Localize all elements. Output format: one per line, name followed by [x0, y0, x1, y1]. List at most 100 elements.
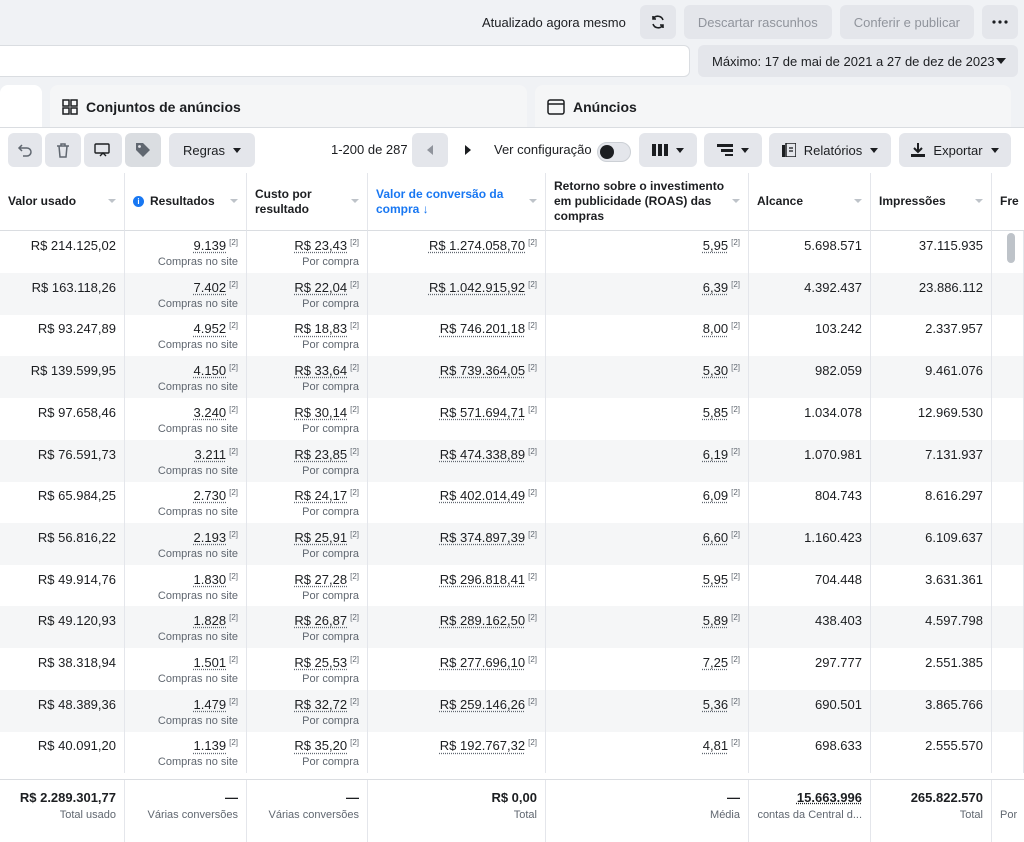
cell-value-text[interactable]: 6,39 — [703, 280, 728, 295]
export-button[interactable]: Exportar — [899, 133, 1011, 167]
col-header-impressions[interactable]: Impressões — [871, 173, 992, 231]
view-config-toggle[interactable] — [597, 142, 631, 162]
cell-value-text[interactable]: 5,85 — [703, 405, 728, 420]
cell-value-text[interactable]: 1.501 — [194, 655, 227, 670]
cell-value-text[interactable]: 1.479 — [194, 697, 227, 712]
cell-value-text[interactable]: 4.952 — [194, 321, 227, 336]
breakdown-button[interactable] — [704, 133, 762, 167]
table-row[interactable]: R$ 49.120,93 1.828 [2] Compras no site R$ 26… — [0, 606, 1024, 649]
cell-value[interactable]: 3.240 [2] — [125, 405, 238, 420]
table-row[interactable]: R$ 48.389,36 1.479 [2] Compras no site R$ 32… — [0, 689, 1024, 732]
cell-value-text[interactable]: 4.150 — [194, 363, 227, 378]
cell-value-text[interactable]: 4,81 — [703, 738, 728, 753]
cell-value-text[interactable]: R$ 289.162,50 — [440, 613, 525, 628]
rules-dropdown[interactable]: Regras — [169, 133, 255, 167]
cell-value[interactable]: 5,85 [2] — [546, 405, 740, 420]
discard-drafts-button[interactable]: Descartar rascunhos — [683, 5, 832, 39]
cell-value-text[interactable]: R$ 24,17 — [294, 488, 347, 503]
cell-value[interactable]: 3.211 [2] — [125, 447, 238, 462]
cell-value[interactable]: 9.139 [2] — [125, 238, 238, 253]
cell-value-text[interactable]: 5,95 — [703, 238, 728, 253]
cell-value[interactable]: R$ 18,83 [2] — [247, 321, 359, 336]
cell-value[interactable]: 5,95 [2] — [546, 238, 740, 253]
cell-value-text[interactable]: R$ 30,14 — [294, 405, 347, 420]
cell-value[interactable]: 5,89 [2] — [546, 613, 740, 628]
reports-button[interactable]: Relatórios — [769, 133, 891, 167]
cell-value[interactable]: 2.730 [2] — [125, 488, 238, 503]
cell-value[interactable]: R$ 374.897,39 [2] — [368, 530, 537, 545]
vertical-scrollbar[interactable] — [1007, 233, 1015, 263]
cell-value[interactable]: R$ 192.767,32 [2] — [368, 738, 537, 753]
cell-value[interactable]: 5,95 [2] — [546, 572, 740, 587]
cell-value[interactable]: 8,00 [2] — [546, 321, 740, 336]
cell-value[interactable]: 1.830 [2] — [125, 572, 238, 587]
cell-value[interactable]: R$ 259.146,26 [2] — [368, 697, 537, 712]
cell-value-text[interactable]: R$ 192.767,32 — [440, 738, 525, 753]
cell-value-text[interactable]: 2.193 — [194, 530, 227, 545]
cell-value-text[interactable]: R$ 23,43 — [294, 238, 347, 253]
tab-ads[interactable]: Anúncios — [535, 85, 1011, 129]
cell-value-text[interactable]: 1.139 — [194, 738, 227, 753]
cell-value[interactable]: 4.150 [2] — [125, 363, 238, 378]
cell-value-text[interactable]: R$ 474.338,89 — [440, 447, 525, 462]
cell-value-text[interactable]: 1.830 — [194, 572, 227, 587]
cell-value-text[interactable]: R$ 259.146,26 — [440, 697, 525, 712]
cell-value-text[interactable]: R$ 25,53 — [294, 655, 347, 670]
table-row[interactable]: R$ 139.599,95 4.150 [2] Compras no site R$ 3… — [0, 356, 1024, 399]
cell-value[interactable]: R$ 35,20 [2] — [247, 738, 359, 753]
table-row[interactable]: R$ 38.318,94 1.501 [2] Compras no site R$ 25… — [0, 648, 1024, 690]
cell-value-text[interactable]: 3.240 — [194, 405, 227, 420]
cell-value-text[interactable]: R$ 35,20 — [294, 738, 347, 753]
info-icon[interactable]: i — [133, 196, 144, 207]
cell-value-text[interactable]: R$ 746.201,18 — [440, 321, 525, 336]
cell-value-text[interactable]: 7.402 — [194, 280, 227, 295]
cell-value-text[interactable]: R$ 1.274.058,70 — [429, 238, 525, 253]
cell-value-text[interactable]: 5,30 — [703, 363, 728, 378]
cell-value-text[interactable]: R$ 571.694,71 — [440, 405, 525, 420]
cell-value[interactable]: 5,36 [2] — [546, 697, 740, 712]
col-header-reach[interactable]: Alcance — [749, 173, 871, 231]
tab-campaigns[interactable] — [0, 85, 42, 129]
cell-value-text[interactable]: 5,36 — [703, 697, 728, 712]
cell-value[interactable]: 5,30 [2] — [546, 363, 740, 378]
cell-value-text[interactable]: R$ 277.696,10 — [440, 655, 525, 670]
cell-value-text[interactable]: R$ 739.364,05 — [440, 363, 525, 378]
col-header-conv-value[interactable]: Valor de conversão da compra ↓ — [368, 173, 546, 231]
cell-value[interactable]: R$ 25,91 [2] — [247, 530, 359, 545]
cell-value[interactable]: R$ 402.014,49 [2] — [368, 488, 537, 503]
cell-value[interactable]: R$ 33,64 [2] — [247, 363, 359, 378]
table-row[interactable]: R$ 76.591,73 3.211 [2] Compras no site R$ 23… — [0, 439, 1024, 482]
cell-value-text[interactable]: 8,00 — [703, 321, 728, 336]
cell-value[interactable]: R$ 26,87 [2] — [247, 613, 359, 628]
cell-value-text[interactable]: R$ 26,87 — [294, 613, 347, 628]
cell-value[interactable]: 6,19 [2] — [546, 447, 740, 462]
cell-value[interactable]: R$ 739.364,05 [2] — [368, 363, 537, 378]
cell-value[interactable]: R$ 1.274.058,70 [2] — [368, 238, 537, 253]
cell-value-text[interactable]: 6,09 — [703, 488, 728, 503]
cell-value[interactable]: R$ 277.696,10 [2] — [368, 655, 537, 670]
table-row[interactable]: R$ 214.125,02 9.139 [2] Compras no site R$ 2… — [0, 231, 1024, 273]
cell-value[interactable]: R$ 27,28 [2] — [247, 572, 359, 587]
cell-value-text[interactable]: 7,25 — [703, 655, 728, 670]
cell-value[interactable]: R$ 1.042.915,92 [2] — [368, 280, 537, 295]
columns-button[interactable] — [639, 133, 697, 167]
prev-page-button[interactable] — [412, 133, 448, 167]
cell-value[interactable]: R$ 571.694,71 [2] — [368, 405, 537, 420]
cell-value[interactable]: R$ 22,04 [2] — [247, 280, 359, 295]
cell-value[interactable]: 4.952 [2] — [125, 321, 238, 336]
cell-value[interactable]: 1.828 [2] — [125, 613, 238, 628]
cell-value-text[interactable]: R$ 18,83 — [294, 321, 347, 336]
cell-value-text[interactable]: R$ 374.897,39 — [440, 530, 525, 545]
cell-value-text[interactable]: 3.211 — [195, 447, 227, 462]
cell-value[interactable]: R$ 23,85 [2] — [247, 447, 359, 462]
cell-value[interactable]: R$ 32,72 [2] — [247, 697, 359, 712]
cell-value[interactable]: 2.193 [2] — [125, 530, 238, 545]
undo-button[interactable] — [8, 133, 42, 167]
table-row[interactable]: R$ 56.816,22 2.193 [2] Compras no site R$ 25… — [0, 522, 1024, 565]
tag-button[interactable] — [125, 133, 161, 167]
cell-value[interactable]: 4,81 [2] — [546, 738, 740, 753]
cell-value[interactable]: 6,60 [2] — [546, 530, 740, 545]
delete-button[interactable] — [45, 133, 81, 167]
col-header-roas[interactable]: Retorno sobre o investimento em publicid… — [546, 173, 749, 231]
cell-value[interactable]: R$ 296.818,41 [2] — [368, 572, 537, 587]
